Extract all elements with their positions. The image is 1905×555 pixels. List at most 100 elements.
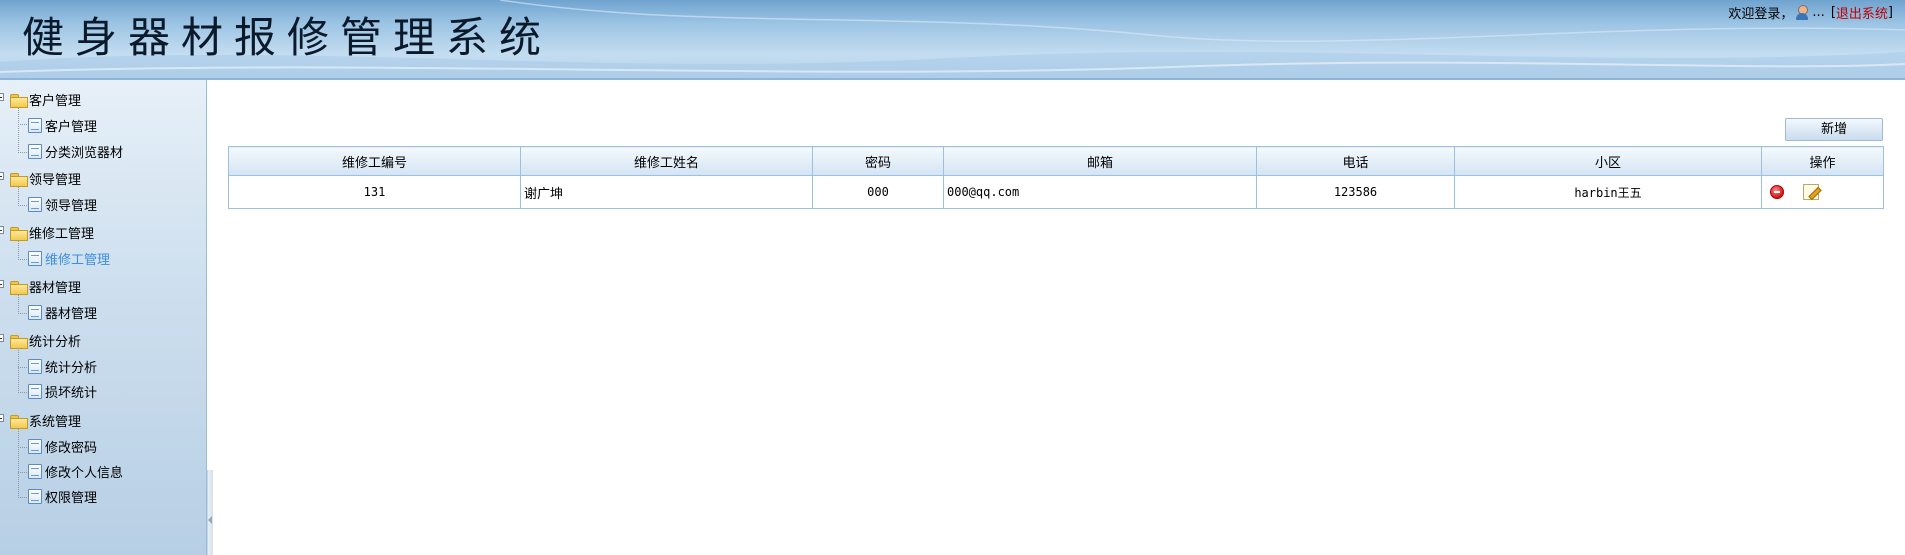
arrow-left-icon	[208, 516, 212, 524]
sidebar-item-label: 分类浏览器材	[45, 146, 124, 161]
add-button[interactable]: 新增	[1785, 118, 1883, 141]
column-header-password[interactable]: 密码	[812, 146, 944, 176]
sidebar-nav: 客户管理 客户管理 分类浏览器材 领导管理 领导管理 维修工管理 维修工管理 器…	[0, 80, 207, 555]
delete-icon[interactable]	[1770, 185, 1784, 199]
document-icon	[28, 464, 42, 479]
cell-community: harbin王五	[1454, 175, 1762, 209]
sidebar-item-label: 损坏统计	[45, 386, 98, 401]
sidebar-item-damage-stats[interactable]: 损坏统计	[28, 382, 97, 401]
collapse-toggle[interactable]	[0, 172, 4, 180]
sidebar-item-label: 统计分析	[45, 361, 98, 376]
document-icon	[28, 144, 42, 159]
sidebar-item-label: 修改个人信息	[45, 466, 124, 481]
tree-connector	[18, 259, 27, 260]
sidebar-item-customer-manage[interactable]: 客户管理	[28, 116, 97, 135]
sidebar-group-label: 客户管理	[29, 94, 82, 109]
tree-connector	[18, 428, 19, 498]
tree-connector	[18, 205, 27, 206]
tree-connector	[18, 392, 27, 393]
tree-connector	[18, 152, 27, 153]
tree-connector	[18, 447, 27, 448]
document-icon	[28, 489, 42, 504]
sidebar-item-permissions[interactable]: 权限管理	[28, 487, 97, 506]
cell-password: 000	[812, 175, 944, 209]
cell-actions	[1761, 175, 1884, 209]
document-icon	[28, 118, 42, 133]
sidebar-item-browse-equipment[interactable]: 分类浏览器材	[28, 142, 123, 161]
collapse-toggle[interactable]	[0, 280, 4, 288]
welcome-text: 欢迎登录，	[1728, 7, 1794, 22]
sidebar-item-label: 器材管理	[45, 307, 98, 322]
document-icon	[28, 439, 42, 454]
tree-connector	[18, 124, 27, 125]
header-banner: 健身器材报修管理系统 欢迎登录， ... [退出系统]	[0, 0, 1905, 80]
column-header-phone[interactable]: 电话	[1256, 146, 1455, 176]
logout-link[interactable]: 退出系统	[1836, 3, 1888, 22]
folder-open-icon	[10, 334, 28, 349]
tree-connector	[18, 348, 19, 393]
username: ...	[1812, 5, 1825, 20]
sidebar-item-edit-profile[interactable]: 修改个人信息	[28, 462, 123, 481]
sidebar-group-label: 领导管理	[29, 173, 82, 188]
sidebar-group-customer[interactable]: 客户管理	[10, 90, 81, 109]
folder-open-icon	[10, 226, 28, 241]
sidebar-item-repairman-manage[interactable]: 维修工管理	[28, 249, 110, 268]
sidebar-group-system[interactable]: 系统管理	[10, 411, 81, 430]
collapse-toggle[interactable]	[0, 226, 4, 234]
document-icon	[28, 197, 42, 212]
folder-open-icon	[10, 280, 28, 295]
sidebar-item-equipment-manage[interactable]: 器材管理	[28, 303, 97, 322]
collapse-toggle[interactable]	[0, 334, 4, 342]
document-icon	[28, 305, 42, 320]
sidebar-item-statistics[interactable]: 统计分析	[28, 357, 97, 376]
document-icon	[28, 251, 42, 266]
sidebar-group-repairman[interactable]: 维修工管理	[10, 223, 94, 242]
tree-connector	[18, 240, 19, 260]
tree-connector	[18, 294, 19, 314]
sidebar-item-label: 领导管理	[45, 199, 98, 214]
column-header-community[interactable]: 小区	[1454, 146, 1762, 176]
table-header-row: 维修工编号 维修工姓名 密码 邮箱 电话 小区 操作	[228, 146, 1884, 176]
user-icon	[1795, 4, 1809, 21]
sidebar-item-label: 维修工管理	[45, 253, 111, 268]
cell-phone: 123586	[1256, 175, 1455, 209]
cell-id: 131	[228, 175, 521, 209]
document-icon	[28, 359, 42, 374]
sidebar-item-label: 修改密码	[45, 441, 98, 456]
sidebar-group-label: 维修工管理	[29, 227, 95, 242]
tree-connector	[18, 497, 27, 498]
sidebar-group-leader[interactable]: 领导管理	[10, 169, 81, 188]
system-title: 健身器材报修管理系统	[22, 13, 553, 62]
folder-open-icon	[10, 414, 28, 429]
cell-email: 000@qq.com	[943, 175, 1257, 209]
logout-bracket-close: ]	[1887, 5, 1893, 20]
tree-connector	[18, 106, 19, 153]
collapse-toggle[interactable]	[0, 414, 4, 422]
sidebar-group-statistics[interactable]: 统计分析	[10, 331, 81, 350]
sidebar-collapse-handle[interactable]	[207, 470, 213, 555]
column-header-id[interactable]: 维修工编号	[228, 146, 521, 176]
tree-connector	[18, 367, 27, 368]
sidebar-item-change-password[interactable]: 修改密码	[28, 437, 97, 456]
sidebar-item-label: 客户管理	[45, 120, 98, 135]
sidebar-group-label: 器材管理	[29, 281, 82, 296]
sidebar-group-label: 系统管理	[29, 415, 82, 430]
tree-connector	[18, 313, 27, 314]
edit-icon[interactable]	[1803, 184, 1820, 200]
sidebar-item-label: 权限管理	[45, 491, 98, 506]
column-header-name[interactable]: 维修工姓名	[520, 146, 813, 176]
column-header-email[interactable]: 邮箱	[943, 146, 1257, 176]
sidebar-item-leader-manage[interactable]: 领导管理	[28, 195, 97, 214]
document-icon	[28, 384, 42, 399]
sidebar-group-equipment[interactable]: 器材管理	[10, 277, 81, 296]
folder-open-icon	[10, 172, 28, 187]
cell-name: 谢广坤	[520, 175, 813, 209]
user-area: 欢迎登录， ... [退出系统]	[1728, 3, 1893, 22]
collapse-toggle[interactable]	[0, 93, 4, 101]
repairman-table: 维修工编号 维修工姓名 密码 邮箱 电话 小区 操作 131 谢广坤 000 0…	[228, 146, 1884, 209]
tree-connector	[18, 472, 27, 473]
tree-connector	[18, 186, 19, 206]
folder-open-icon	[10, 93, 28, 108]
sidebar-group-label: 统计分析	[29, 335, 82, 350]
table-row: 131 谢广坤 000 000@qq.com 123586 harbin王五	[228, 175, 1884, 209]
